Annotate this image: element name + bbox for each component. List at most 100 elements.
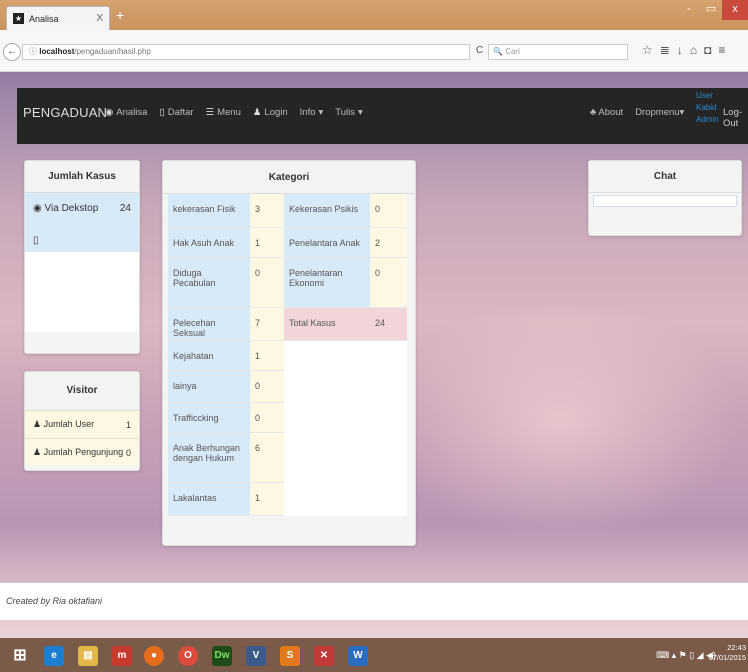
opera-icon[interactable]: O: [178, 646, 198, 666]
firefox-icon[interactable]: ●: [144, 646, 164, 666]
battery-icon[interactable]: ▯: [689, 650, 696, 660]
globe-icon: ◉: [105, 107, 114, 118]
kategori-label: Lakalantas: [168, 483, 250, 516]
windows-start-icon[interactable]: ⊞: [10, 646, 30, 666]
jumlah-kasus-panel: Jumlah Kasus ◉ Via Dekstop 24 ▯: [24, 160, 140, 354]
total-kasus-value: 24: [370, 308, 407, 341]
pocket-icon[interactable]: ◘: [704, 43, 711, 57]
visitor-user-label: Jumlah User: [43, 419, 95, 429]
nav-info-label: Info: [299, 107, 316, 118]
new-tab-button[interactable]: +: [116, 8, 124, 22]
url-bar[interactable]: ⓘ localhost/pengaduan/hasil.php: [22, 44, 470, 60]
jumlah-kasus-title: Jumlah Kasus: [25, 161, 139, 193]
list-icon: ☰: [205, 107, 215, 118]
kategori-label: Kekerasan Psikis: [284, 194, 370, 228]
nav-right: ♣ About Dropmenu▾: [590, 107, 684, 118]
nav-menu-item[interactable]: ☰ Menu: [206, 107, 241, 118]
kategori-value: 1: [250, 341, 284, 371]
search-box[interactable]: 🔍 Cari: [488, 44, 628, 60]
brand[interactable]: PENGADUAN: [23, 105, 107, 120]
word-icon[interactable]: W: [348, 646, 368, 666]
virtualbox-icon[interactable]: V: [246, 646, 266, 666]
download-icon[interactable]: ↓: [677, 43, 683, 57]
nav-dropmenu[interactable]: Dropmenu▾: [635, 107, 684, 118]
visitor-row: ♟ Jumlah User 1: [25, 410, 139, 438]
home-icon[interactable]: ⌂: [690, 43, 697, 57]
kategori-label: Diduga Pecabulan: [168, 258, 250, 308]
visitor-panel: Visitor ♟ Jumlah User 1 ♟ Jumlah Pengunj…: [24, 371, 140, 471]
nav-about-label: About: [598, 107, 624, 118]
nav-about[interactable]: ♣ About: [590, 107, 623, 118]
kategori-label: Hak Asuh Anak: [168, 228, 250, 258]
taskbar: ⊞ e ▤ m ● O Dw V S ✕ W ⌨ ▴ ⚑ ▯ ◢ ◀) 22:4…: [0, 638, 748, 672]
window-controls: - ▭ x: [678, 0, 748, 20]
kategori-label: Pelecehan Seksual: [168, 308, 250, 341]
maximize-button[interactable]: ▭: [700, 0, 722, 20]
kategori-value: 1: [250, 228, 284, 258]
clock[interactable]: 22:43 07/01/2015: [708, 643, 746, 663]
favicon-icon: ★: [13, 13, 24, 24]
nav-tulis[interactable]: Tulis ▾: [335, 107, 363, 118]
nav-login-label: Login: [264, 107, 288, 118]
logout-link[interactable]: Log-Out: [723, 107, 748, 129]
kategori-label: Kejahatan: [168, 341, 250, 371]
reload-icon[interactable]: C: [476, 45, 483, 56]
via-desktop-label-wrap: ◉ Via Dekstop: [33, 203, 98, 217]
bookmark-star-icon[interactable]: ☆: [642, 43, 653, 57]
system-tray: ⌨ ▴ ⚑ ▯ ◢ ◀): [656, 650, 716, 661]
visitor-pengunjung-label: Jumlah Pengunjung: [43, 447, 124, 457]
ie-icon[interactable]: e: [44, 646, 64, 666]
visitor-pengunjung-value: 0: [125, 447, 131, 458]
flag-icon[interactable]: ⚑: [679, 650, 690, 660]
role-admin-link[interactable]: Admin: [696, 114, 719, 126]
kategori-label: lainya: [168, 371, 250, 403]
close-window-button[interactable]: x: [722, 0, 748, 20]
tray-arrow-icon[interactable]: ▴: [672, 650, 679, 660]
nav-analisa[interactable]: ◉ Analisa: [105, 107, 147, 118]
url-path: /pengaduan/hasil.php: [74, 47, 151, 56]
app-mi-icon[interactable]: m: [112, 646, 132, 666]
footer: Created by Ria oktafiani: [0, 582, 748, 620]
xampp-icon[interactable]: ✕: [314, 646, 334, 666]
dreamweaver-icon[interactable]: Dw: [212, 646, 232, 666]
kategori-label: Penelantara Anak: [284, 228, 370, 258]
url-host: localhost: [39, 47, 75, 56]
keyboard-icon[interactable]: ⌨: [656, 650, 669, 660]
visitor-title: Visitor: [25, 372, 139, 410]
kategori-value: 1: [250, 483, 284, 516]
nav-login[interactable]: ♟ Login: [253, 107, 288, 118]
kategori-value: 2: [370, 228, 407, 258]
role-user-link[interactable]: User: [696, 90, 719, 102]
kategori-title: Kategori: [163, 161, 415, 194]
user-icon: ♟: [33, 447, 42, 457]
visitor-user-value: 1: [125, 419, 131, 430]
visitor-pengunjung-label-wrap: ♟ Jumlah Pengunjung: [33, 447, 123, 458]
kategori-label: Penelantaran Ekonomi: [284, 258, 370, 308]
user-icon: ♟: [252, 107, 262, 118]
kategori-value: 7: [250, 308, 284, 341]
menu-icon[interactable]: ≡: [718, 43, 725, 57]
role-kabid-link[interactable]: Kabid: [696, 102, 719, 114]
chat-input[interactable]: [593, 195, 737, 207]
network-icon[interactable]: ◢: [697, 650, 706, 660]
file-explorer-icon[interactable]: ▤: [78, 646, 98, 666]
kategori-value: 6: [250, 433, 284, 483]
info-icon: ⓘ: [29, 47, 40, 56]
nav-daftar[interactable]: ▯ Daftar: [159, 107, 193, 118]
clock-time: 22:43: [727, 643, 746, 652]
user-icon: ♟: [33, 419, 42, 429]
caret-down-icon: ▾: [679, 107, 685, 118]
browser-tab[interactable]: ★ Analisa X: [6, 6, 110, 30]
kategori-label: Trafficcking: [168, 403, 250, 433]
back-button[interactable]: ←: [3, 43, 21, 61]
sublime-icon[interactable]: S: [280, 646, 300, 666]
kategori-value: 0: [250, 258, 284, 308]
caret-down-icon: ▾: [358, 107, 363, 118]
tab-close-button[interactable]: X: [96, 13, 103, 24]
kategori-value: 0: [250, 371, 284, 403]
nav-tulis-label: Tulis: [335, 107, 356, 118]
minimize-button[interactable]: -: [678, 0, 700, 20]
reading-list-icon[interactable]: ≣: [660, 43, 670, 57]
nav-info[interactable]: Info ▾: [300, 107, 324, 118]
nav-menu-label: Menu: [217, 107, 241, 118]
